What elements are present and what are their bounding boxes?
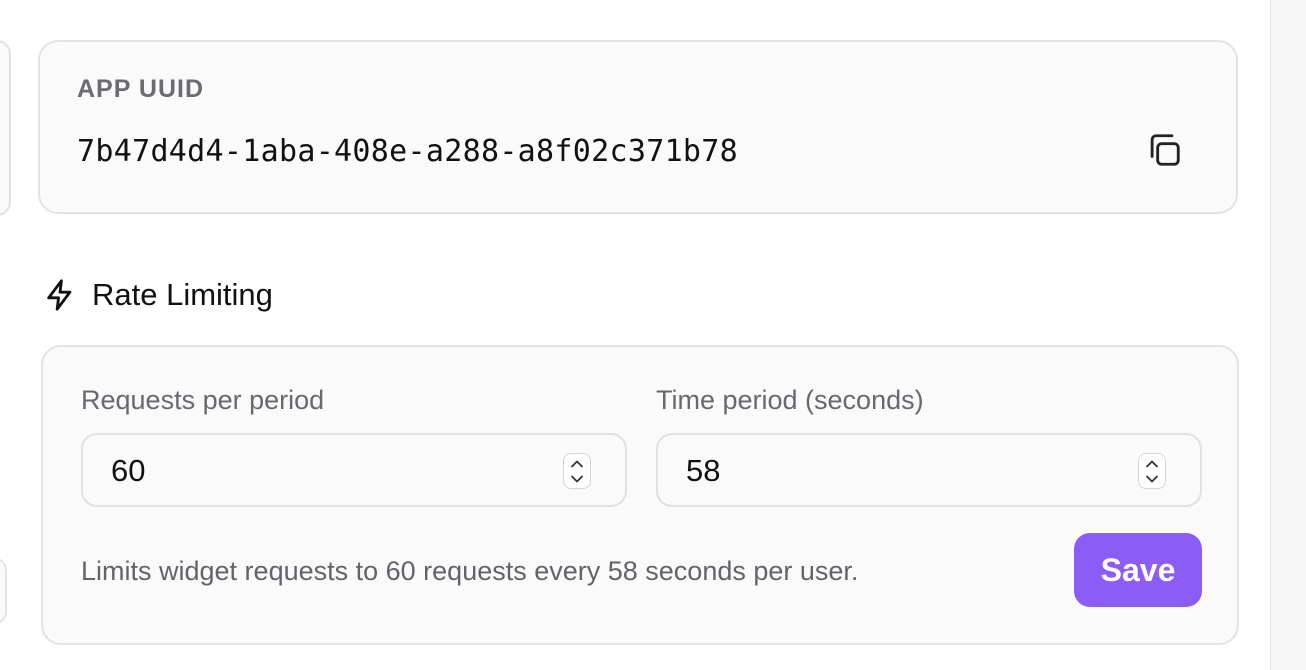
rate-limiting-title: Rate Limiting xyxy=(92,277,273,312)
time-period-input[interactable]: 58 xyxy=(656,433,1202,507)
copy-uuid-button[interactable] xyxy=(1140,128,1188,176)
app-uuid-label: APP UUID xyxy=(77,75,205,103)
requests-decrement-button[interactable] xyxy=(564,471,590,486)
rate-limiting-card: Requests per period 60 Time period (seco… xyxy=(41,345,1239,645)
copy-icon xyxy=(1145,131,1183,174)
period-decrement-button[interactable] xyxy=(1139,471,1165,486)
requests-per-period-label: Requests per period xyxy=(81,385,325,415)
chevron-down-icon xyxy=(571,475,583,482)
previous-field-edge xyxy=(0,558,7,624)
app-uuid-card: APP UUID 7b47d4d4-1aba-408e-a288-a8f02c3… xyxy=(38,40,1238,214)
requests-per-period-value: 60 xyxy=(111,453,146,488)
chevron-up-icon xyxy=(1146,460,1158,467)
requests-per-period-stepper[interactable] xyxy=(563,453,591,489)
requests-increment-button[interactable] xyxy=(564,456,590,471)
requests-per-period-input[interactable]: 60 xyxy=(81,433,627,507)
previous-card-edge xyxy=(0,40,11,216)
app-uuid-value: 7b47d4d4-1aba-408e-a288-a8f02c371b78 xyxy=(77,134,739,169)
time-period-value: 58 xyxy=(686,453,721,488)
chevron-down-icon xyxy=(1146,475,1158,482)
time-period-label: Time period (seconds) xyxy=(656,385,924,415)
time-period-stepper[interactable] xyxy=(1138,453,1166,489)
period-increment-button[interactable] xyxy=(1139,456,1165,471)
chevron-up-icon xyxy=(571,460,583,467)
lightning-bolt-icon xyxy=(42,277,78,313)
rate-limit-description: Limits widget requests to 60 requests ev… xyxy=(81,556,859,586)
rate-limiting-heading: Rate Limiting xyxy=(42,272,273,318)
save-button[interactable]: Save xyxy=(1074,533,1202,607)
right-scrollbar-rail xyxy=(1270,0,1306,670)
